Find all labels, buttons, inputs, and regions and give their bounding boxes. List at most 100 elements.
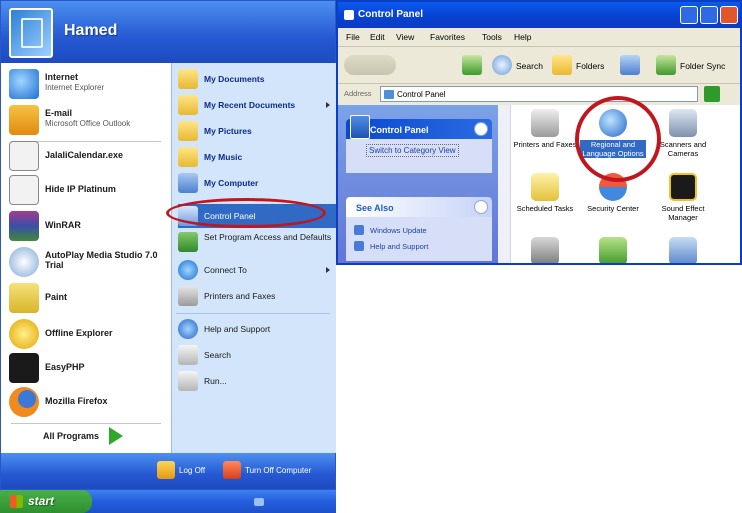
help-support-item[interactable]: Help and Support bbox=[178, 317, 336, 341]
task-pane: Control Panel Switch to Category View Se… bbox=[338, 105, 498, 263]
close-button[interactable] bbox=[720, 6, 738, 24]
menu-tools[interactable]: Tools bbox=[482, 32, 502, 42]
taskbar-quick-launch-icon[interactable] bbox=[254, 498, 264, 506]
scrollbar[interactable] bbox=[498, 105, 511, 263]
separator bbox=[176, 313, 330, 314]
recent-program[interactable]: JalaliCalendar.exe bbox=[9, 139, 169, 175]
item-label: Set Program Access and Defaults bbox=[204, 232, 332, 242]
help-icon bbox=[354, 241, 364, 251]
address-label: Address bbox=[344, 89, 372, 98]
go-button[interactable] bbox=[704, 86, 720, 102]
search-icon bbox=[492, 55, 512, 75]
recent-program[interactable]: Paint bbox=[9, 281, 169, 317]
my-recent-documents-item[interactable]: My Recent Documents bbox=[178, 93, 336, 117]
address-field[interactable]: Control Panel bbox=[380, 86, 698, 102]
back-button[interactable] bbox=[344, 55, 404, 77]
control-panel-icon bbox=[344, 10, 354, 20]
pinned-internet[interactable]: Internet Internet Explorer bbox=[9, 67, 169, 103]
places-column: My Documents My Recent Documents My Pict… bbox=[171, 63, 336, 453]
taskbar: start bbox=[0, 490, 336, 513]
menu-bar: File Edit View Favorites Tools Help bbox=[338, 28, 740, 47]
help-support-link[interactable]: Help and Support bbox=[370, 242, 428, 251]
taskbar-icon bbox=[599, 237, 627, 263]
sound-effect-manager-item[interactable]: Sound Effect Manager bbox=[650, 173, 716, 233]
menu-favorites[interactable]: Favorites bbox=[430, 32, 465, 42]
program-label: EasyPHP bbox=[45, 362, 85, 372]
my-music-item[interactable]: My Music bbox=[178, 145, 336, 169]
winrar-icon bbox=[9, 211, 39, 241]
run-item[interactable]: Run... bbox=[178, 369, 336, 393]
maximize-button[interactable] bbox=[700, 6, 718, 24]
item-label: Sound Effect Manager bbox=[661, 204, 705, 222]
security-center-item[interactable]: Security Center bbox=[580, 173, 646, 233]
pane-header[interactable]: See Also bbox=[346, 197, 492, 217]
up-button[interactable] bbox=[462, 55, 484, 77]
my-pictures-item[interactable]: My Pictures bbox=[178, 119, 336, 143]
control-panel-item[interactable] bbox=[580, 237, 646, 263]
address-value: Control Panel bbox=[397, 90, 446, 99]
search-button[interactable]: Search bbox=[492, 55, 554, 77]
firefox-icon bbox=[9, 387, 39, 417]
pinned-programs-column: Internet Internet Explorer E-mail Micros… bbox=[1, 63, 171, 453]
printers-item[interactable]: Printers and Faxes bbox=[178, 284, 336, 308]
folder-sync-label: Folder Sync bbox=[680, 61, 726, 71]
collapse-icon[interactable] bbox=[474, 122, 488, 136]
user-avatar[interactable] bbox=[9, 8, 53, 58]
item-label: My Pictures bbox=[204, 126, 252, 136]
windows-update-link[interactable]: Windows Update bbox=[370, 226, 427, 235]
program-access-item[interactable]: Set Program Access and Defaults bbox=[178, 230, 336, 258]
scheduled-tasks-icon bbox=[531, 173, 559, 201]
chevron-right-icon bbox=[326, 267, 330, 273]
program-label: Paint bbox=[45, 292, 68, 302]
recent-program[interactable]: Hide IP Platinum bbox=[9, 173, 169, 209]
folder-up-icon bbox=[462, 55, 482, 75]
program-label: Hide IP Platinum bbox=[45, 184, 116, 194]
title-bar[interactable]: Control Panel bbox=[338, 2, 740, 28]
control-panel-item[interactable] bbox=[650, 237, 716, 263]
menu-edit[interactable]: Edit bbox=[370, 32, 385, 42]
pinned-title: Internet bbox=[45, 72, 79, 82]
scanner-icon bbox=[669, 109, 697, 137]
user-accounts-icon bbox=[669, 237, 697, 263]
collapse-icon[interactable] bbox=[474, 200, 488, 214]
recent-program[interactable]: Mozilla Firefox bbox=[9, 385, 169, 421]
start-button[interactable]: start bbox=[0, 490, 92, 513]
recent-program[interactable]: AutoPlay Media Studio 7.0 Trial bbox=[9, 245, 169, 281]
pane-body: Windows Update Help and Support bbox=[346, 217, 492, 261]
scheduled-tasks-item[interactable]: Scheduled Tasks bbox=[512, 173, 578, 233]
easyphp-icon bbox=[9, 353, 39, 383]
control-panel-item[interactable] bbox=[512, 237, 578, 263]
program-label: WinRAR bbox=[45, 220, 81, 230]
menu-help[interactable]: Help bbox=[514, 32, 531, 42]
search-item[interactable]: Search bbox=[178, 343, 336, 367]
folders-button[interactable]: Folders bbox=[552, 55, 612, 77]
menu-view[interactable]: View bbox=[396, 32, 414, 42]
pinned-email[interactable]: E-mail Microsoft Office Outlook bbox=[9, 103, 169, 139]
connect-to-item[interactable]: Connect To bbox=[178, 258, 336, 282]
turn-off-label: Turn Off Computer bbox=[245, 466, 312, 475]
pane-header[interactable]: Control Panel bbox=[346, 115, 492, 139]
switch-view-link[interactable]: Switch to Category View bbox=[366, 144, 459, 157]
search-label: Search bbox=[516, 61, 543, 71]
folders-label: Folders bbox=[576, 61, 605, 71]
item-label: Help and Support bbox=[204, 324, 271, 334]
minimize-button[interactable] bbox=[680, 6, 698, 24]
windows-update-icon bbox=[354, 225, 364, 235]
menu-file[interactable]: File bbox=[346, 32, 360, 42]
item-label: Printers and Faxes bbox=[513, 140, 577, 149]
my-computer-item[interactable]: My Computer bbox=[178, 171, 336, 195]
recent-program[interactable]: EasyPHP bbox=[9, 351, 169, 387]
all-programs-button[interactable]: All Programs bbox=[31, 426, 171, 448]
views-button[interactable] bbox=[620, 55, 648, 77]
back-icon bbox=[344, 55, 396, 75]
recent-program[interactable]: Offline Explorer bbox=[9, 317, 169, 353]
recent-program[interactable]: WinRAR bbox=[9, 209, 169, 245]
my-documents-item[interactable]: My Documents bbox=[178, 67, 336, 91]
run-icon bbox=[178, 371, 198, 391]
address-bar: Address Control Panel bbox=[338, 84, 740, 104]
pictures-folder-icon bbox=[178, 121, 198, 141]
printers-faxes-item[interactable]: Printers and Faxes bbox=[512, 109, 578, 169]
speaker-icon bbox=[669, 173, 697, 201]
all-programs-label: All Programs bbox=[43, 431, 100, 441]
folder-sync-button[interactable]: Folder Sync bbox=[656, 55, 740, 77]
